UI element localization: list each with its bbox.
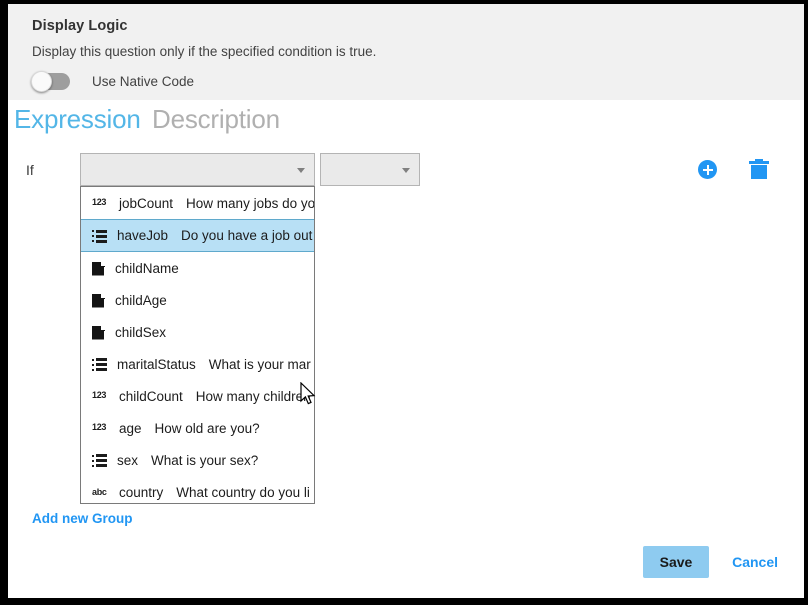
field-select-dropdown[interactable]: jobCount How many jobs do yo haveJob Do you…: [80, 186, 315, 504]
operator-select[interactable]: [320, 153, 420, 186]
tab-expression[interactable]: Expression: [14, 104, 141, 135]
chevron-down-icon: [297, 167, 305, 173]
field-select[interactable]: [80, 153, 315, 186]
page-title: Display Logic: [32, 18, 128, 34]
page-subtitle: Display this question only if the specif…: [32, 44, 377, 59]
dropdown-item-name: sex: [117, 452, 139, 468]
add-condition-button[interactable]: [698, 160, 717, 179]
choice-list-icon: [92, 229, 107, 243]
text-page-icon: [92, 325, 105, 340]
chevron-down-icon: [402, 167, 410, 173]
dropdown-item-description: How many children: [195, 388, 311, 404]
expression-panel: If jobCount How many jobs do yo haveJob Do …: [8, 146, 804, 598]
dropdown-item[interactable]: sex What is your sex?: [81, 444, 314, 476]
numeric-123-icon: [92, 389, 109, 404]
choice-list-icon: [92, 454, 107, 467]
numeric-123-icon: [92, 421, 109, 436]
dropdown-item[interactable]: childCount How many children: [81, 380, 314, 412]
toggle-knob: [31, 71, 52, 92]
dropdown-item-description: How many jobs do yo: [186, 195, 314, 211]
cancel-button[interactable]: Cancel: [726, 553, 784, 571]
text-page-icon: [92, 293, 105, 308]
use-native-code-label: Use Native Code: [92, 74, 195, 89]
text-page-icon: [92, 261, 105, 276]
dropdown-item-name: country: [119, 484, 164, 500]
trash-body: [751, 165, 767, 179]
trash-lid: [749, 161, 769, 164]
dropdown-item[interactable]: childSex: [81, 316, 314, 348]
dropdown-item-name: haveJob: [117, 228, 169, 243]
dropdown-item-name: age: [119, 420, 142, 436]
add-new-group-link[interactable]: Add new Group: [32, 511, 133, 526]
string-abc-icon: [92, 485, 109, 500]
display-logic-dialog: Display Logic Display this question only…: [8, 4, 804, 598]
dropdown-item[interactable]: age How old are you?: [81, 412, 314, 444]
dropdown-item-name: childCount: [119, 388, 183, 404]
dropdown-item-description: How old are you?: [154, 420, 260, 436]
dialog-footer: Save Cancel: [8, 536, 804, 598]
dropdown-item-name: childName: [115, 260, 179, 276]
dropdown-item[interactable]: childAge: [81, 284, 314, 316]
dropdown-item[interactable]: maritalStatus What is your mar: [81, 348, 314, 380]
save-button[interactable]: Save: [643, 546, 709, 578]
dropdown-item-name: childSex: [115, 324, 167, 340]
if-label: If: [26, 162, 34, 178]
dropdown-item-description: What is your sex?: [151, 452, 259, 468]
dropdown-item[interactable]: jobCount How many jobs do yo: [81, 187, 314, 219]
dropdown-item[interactable]: country What country do you li: [81, 476, 314, 503]
dropdown-item-description: What is your mar: [208, 356, 311, 372]
dropdown-item-name: maritalStatus: [117, 356, 196, 372]
dropdown-item[interactable]: childName: [81, 252, 314, 284]
tab-bar: Expression Description: [8, 100, 804, 146]
screen: Display Logic Display this question only…: [0, 0, 808, 605]
tab-description[interactable]: Description: [152, 104, 280, 135]
dropdown-item-description: Do you have a job out: [181, 228, 313, 243]
choice-list-icon: [92, 358, 107, 371]
dropdown-item[interactable]: haveJob Do you have a job out: [81, 219, 314, 252]
dropdown-item-name: jobCount: [119, 195, 174, 211]
dialog-header: Display Logic Display this question only…: [8, 4, 804, 100]
use-native-code-row: Use Native Code: [31, 71, 195, 92]
numeric-123-icon: [92, 196, 109, 211]
dropdown-item-name: childAge: [115, 292, 167, 308]
use-native-code-toggle[interactable]: [31, 71, 70, 92]
delete-condition-button[interactable]: [748, 159, 770, 181]
dropdown-item-description: What country do you li: [176, 484, 310, 500]
